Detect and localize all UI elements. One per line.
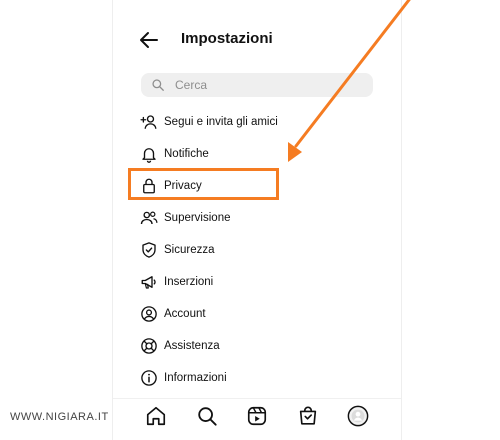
annotation-arrow bbox=[288, 0, 411, 162]
watermark: WWW.NIGIARA.IT bbox=[10, 411, 109, 423]
